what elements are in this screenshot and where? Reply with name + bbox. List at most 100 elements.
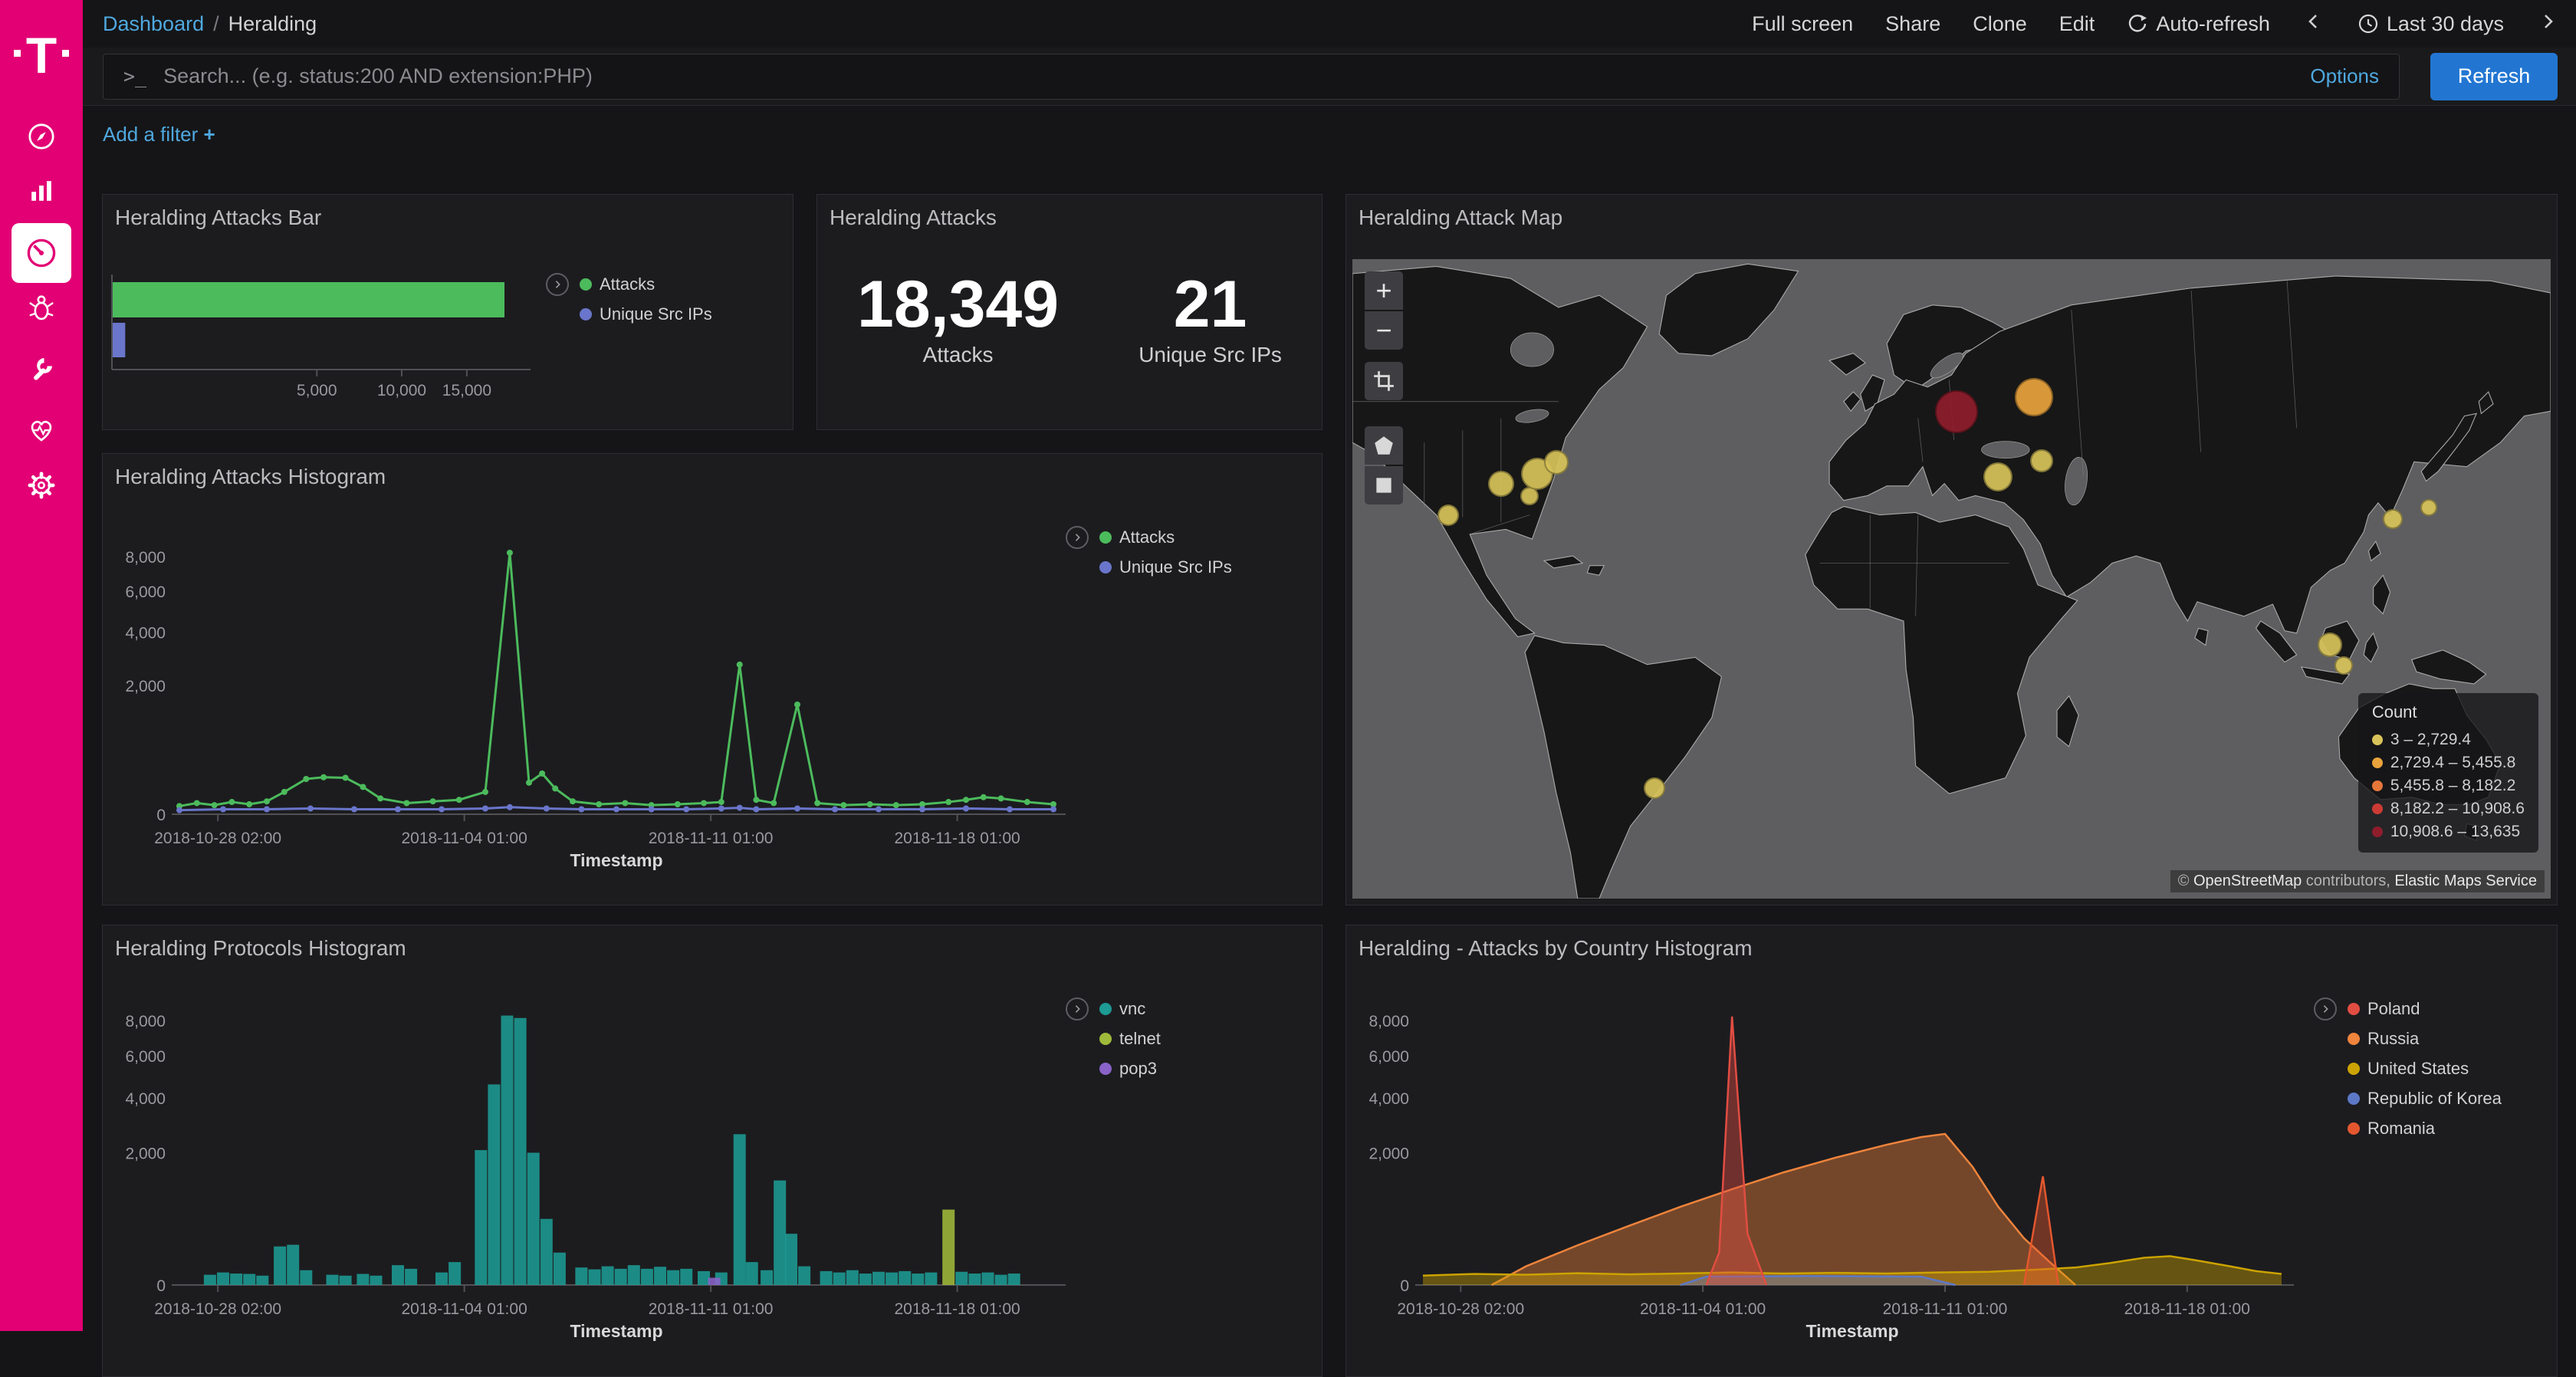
- legend-dot: [2348, 1003, 2360, 1015]
- svg-text:Timestamp: Timestamp: [570, 850, 662, 870]
- map-attack-circle[interactable]: [1438, 504, 1459, 526]
- clone-button[interactable]: Clone: [1973, 12, 2027, 36]
- map-attack-circle[interactable]: [1935, 390, 1978, 433]
- edit-button[interactable]: Edit: [2059, 12, 2095, 36]
- legend-item[interactable]: United States: [2348, 1057, 2502, 1080]
- map-attack-circle[interactable]: [2318, 633, 2342, 657]
- time-forward-button[interactable]: [2536, 10, 2559, 38]
- legend-item[interactable]: Unique Src IPs: [580, 303, 712, 326]
- legend-label: pop3: [1119, 1059, 1157, 1079]
- metric-value: 21: [1138, 268, 1282, 341]
- legend-label: Unique Src IPs: [1119, 557, 1232, 577]
- sidebar-item-devtools[interactable]: [0, 353, 83, 385]
- legend-toggle-icon[interactable]: [1066, 997, 1089, 1020]
- query-options-link[interactable]: Options: [2310, 64, 2379, 88]
- legend-dot: [2348, 1033, 2360, 1045]
- map-attack-circle[interactable]: [1488, 471, 1514, 497]
- svg-text:2018-11-04 01:00: 2018-11-04 01:00: [1640, 1300, 1766, 1318]
- sidebar-item-monitoring[interactable]: [0, 413, 83, 445]
- legend-label: Attacks: [600, 274, 655, 294]
- legend-dot: [2348, 1093, 2360, 1105]
- metric-value: 18,349: [857, 268, 1059, 341]
- polygon-icon: [1372, 434, 1395, 457]
- sidebar-item-visualize[interactable]: [0, 175, 83, 207]
- sidebar-item-discover[interactable]: [0, 120, 83, 153]
- logo-dot-right: [62, 50, 69, 57]
- legend-dot: [2372, 827, 2383, 837]
- legend-item[interactable]: Attacks: [1099, 526, 1232, 549]
- map-controls: + −: [1365, 271, 1403, 504]
- country-area-chart[interactable]: 02,0004,0006,0008,0002018-10-28 02:00201…: [1346, 925, 2557, 1376]
- legend-toggle-icon[interactable]: [1066, 526, 1089, 549]
- chart-legend: vnc telnet pop3: [1066, 997, 1161, 1080]
- legend-item[interactable]: Unique Src IPs: [1099, 556, 1232, 579]
- legend-item[interactable]: Russia: [2348, 1027, 2502, 1050]
- map-attack-circle[interactable]: [1983, 462, 2013, 491]
- draw-polygon-button[interactable]: [1365, 426, 1403, 465]
- svg-text:8,000: 8,000: [1368, 1013, 1409, 1030]
- map-attribution: © OpenStreetMap contributors, Elastic Ma…: [2170, 870, 2545, 892]
- svg-text:8,000: 8,000: [125, 549, 166, 567]
- legend-title: Count: [2372, 702, 2525, 722]
- metric-group: 18,349 Attacks 21 Unique Src IPs: [817, 268, 1322, 367]
- draw-rectangle-button[interactable]: [1365, 466, 1403, 504]
- legend-item[interactable]: vnc: [1099, 997, 1161, 1020]
- map-attack-circle[interactable]: [1644, 777, 1665, 799]
- zoom-in-button[interactable]: +: [1365, 271, 1403, 310]
- telekom-logo[interactable]: T: [0, 20, 83, 90]
- time-range-picker[interactable]: Last 30 days: [2358, 12, 2504, 36]
- legend-item[interactable]: Republic of Korea: [2348, 1087, 2502, 1110]
- sidebar-item-management[interactable]: [0, 469, 83, 501]
- legend-label: Poland: [2367, 999, 2420, 1019]
- map-attack-circle[interactable]: [2015, 378, 2053, 416]
- map-attack-circle[interactable]: [2420, 499, 2437, 516]
- legend-item[interactable]: Attacks: [580, 273, 712, 296]
- legend-dot: [2372, 804, 2383, 814]
- legend-toggle-icon[interactable]: [2314, 997, 2337, 1020]
- legend-item[interactable]: pop3: [1099, 1057, 1161, 1080]
- legend-item[interactable]: telnet: [1099, 1027, 1161, 1050]
- fit-bounds-button[interactable]: [1365, 362, 1403, 400]
- map-attack-circle[interactable]: [2334, 656, 2353, 675]
- svg-text:4,000: 4,000: [125, 624, 166, 642]
- share-button[interactable]: Share: [1885, 12, 1940, 36]
- world-map[interactable]: + −: [1352, 259, 2551, 899]
- sidebar-item-honeypot[interactable]: [0, 292, 83, 324]
- svg-text:2018-10-28 02:00: 2018-10-28 02:00: [154, 830, 281, 847]
- osm-link[interactable]: OpenStreetMap: [2193, 873, 2302, 889]
- auto-refresh-button[interactable]: Auto-refresh: [2127, 12, 2270, 36]
- ems-link[interactable]: Elastic Maps Service: [2394, 873, 2537, 889]
- legend-dot: [2372, 735, 2383, 745]
- map-legend-row: 2,729.4 – 5,455.8: [2372, 751, 2525, 774]
- legend-label: Russia: [2367, 1029, 2419, 1049]
- breadcrumb-dashboard-link[interactable]: Dashboard: [103, 12, 204, 36]
- svg-text:8,000: 8,000: [125, 1013, 166, 1030]
- search-field-wrap: >_ Options: [103, 54, 2400, 100]
- legend-dot: [1099, 1063, 1112, 1075]
- sidebar-item-dashboard-selected[interactable]: [12, 223, 71, 283]
- zoom-out-button[interactable]: −: [1365, 311, 1403, 350]
- time-back-button[interactable]: [2302, 10, 2325, 38]
- legend-item[interactable]: Poland: [2348, 997, 2502, 1020]
- full-screen-button[interactable]: Full screen: [1752, 12, 1853, 36]
- protocols-bar-chart[interactable]: 02,0004,0006,0008,0002018-10-28 02:00201…: [103, 925, 1322, 1376]
- legend-toggle-icon[interactable]: [546, 273, 569, 296]
- legend-item[interactable]: Romania: [2348, 1117, 2502, 1140]
- add-filter-link[interactable]: Add a filter +: [103, 123, 215, 146]
- attacks-line-chart[interactable]: 02,0004,0006,0008,0002018-10-28 02:00201…: [103, 454, 1322, 905]
- refresh-button[interactable]: Refresh: [2430, 53, 2558, 100]
- map-legend-row: 3 – 2,729.4: [2372, 728, 2525, 751]
- svg-text:2018-11-18 01:00: 2018-11-18 01:00: [894, 1300, 1020, 1318]
- chart-legend: Attacks Unique Src IPs: [1066, 526, 1232, 579]
- svg-text:2,000: 2,000: [1368, 1145, 1409, 1163]
- search-input[interactable]: [162, 64, 2295, 89]
- map-attack-circle[interactable]: [2030, 449, 2053, 472]
- map-legend-row: 10,908.6 – 13,635: [2372, 820, 2525, 843]
- svg-text:2018-11-04 01:00: 2018-11-04 01:00: [402, 830, 527, 847]
- svg-text:2,000: 2,000: [125, 1145, 166, 1163]
- rectangle-icon: [1372, 474, 1395, 497]
- svg-text:6,000: 6,000: [125, 583, 166, 601]
- map-attack-circle[interactable]: [2383, 509, 2403, 529]
- panel-title: Heralding Attacks: [830, 205, 997, 230]
- map-attack-circle[interactable]: [1544, 450, 1569, 475]
